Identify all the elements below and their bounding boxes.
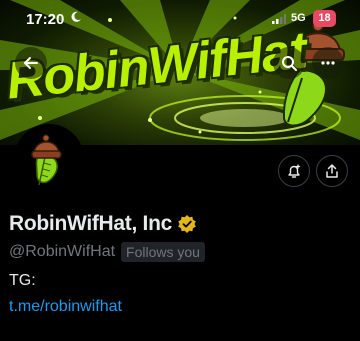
share-icon: [326, 164, 338, 178]
bio-text: TG:: [9, 272, 36, 289]
search-button[interactable]: [273, 47, 305, 79]
battery-badge: 18: [313, 10, 336, 27]
handle-row: @RobinWifHat Follows you: [9, 242, 205, 262]
moon-icon: [71, 11, 81, 22]
more-horizontal-icon: [321, 61, 335, 65]
status-time: 17:20: [26, 11, 65, 28]
avatar[interactable]: [14, 124, 84, 194]
display-name: RobinWifHat, Inc: [9, 212, 172, 235]
status-bar: 17:20 5G 18: [0, 0, 360, 36]
back-button[interactable]: [15, 47, 47, 79]
verified-badge-icon[interactable]: [177, 214, 197, 234]
handle: @RobinWifHat: [9, 243, 116, 260]
network-label: 5G: [291, 12, 306, 24]
bell-plus-icon: [288, 164, 301, 178]
back-arrow-icon: [24, 57, 38, 69]
notify-button[interactable]: [278, 155, 310, 187]
avatar-image: [17, 127, 81, 191]
more-button[interactable]: [312, 47, 344, 79]
signal-icon: [272, 14, 286, 24]
follows-you-badge: Follows you: [121, 242, 205, 262]
share-button[interactable]: [316, 155, 348, 187]
search-icon: [282, 56, 297, 71]
bio-link[interactable]: t.me/robinwifhat: [9, 298, 122, 316]
display-name-row: RobinWifHat, Inc: [9, 212, 197, 236]
